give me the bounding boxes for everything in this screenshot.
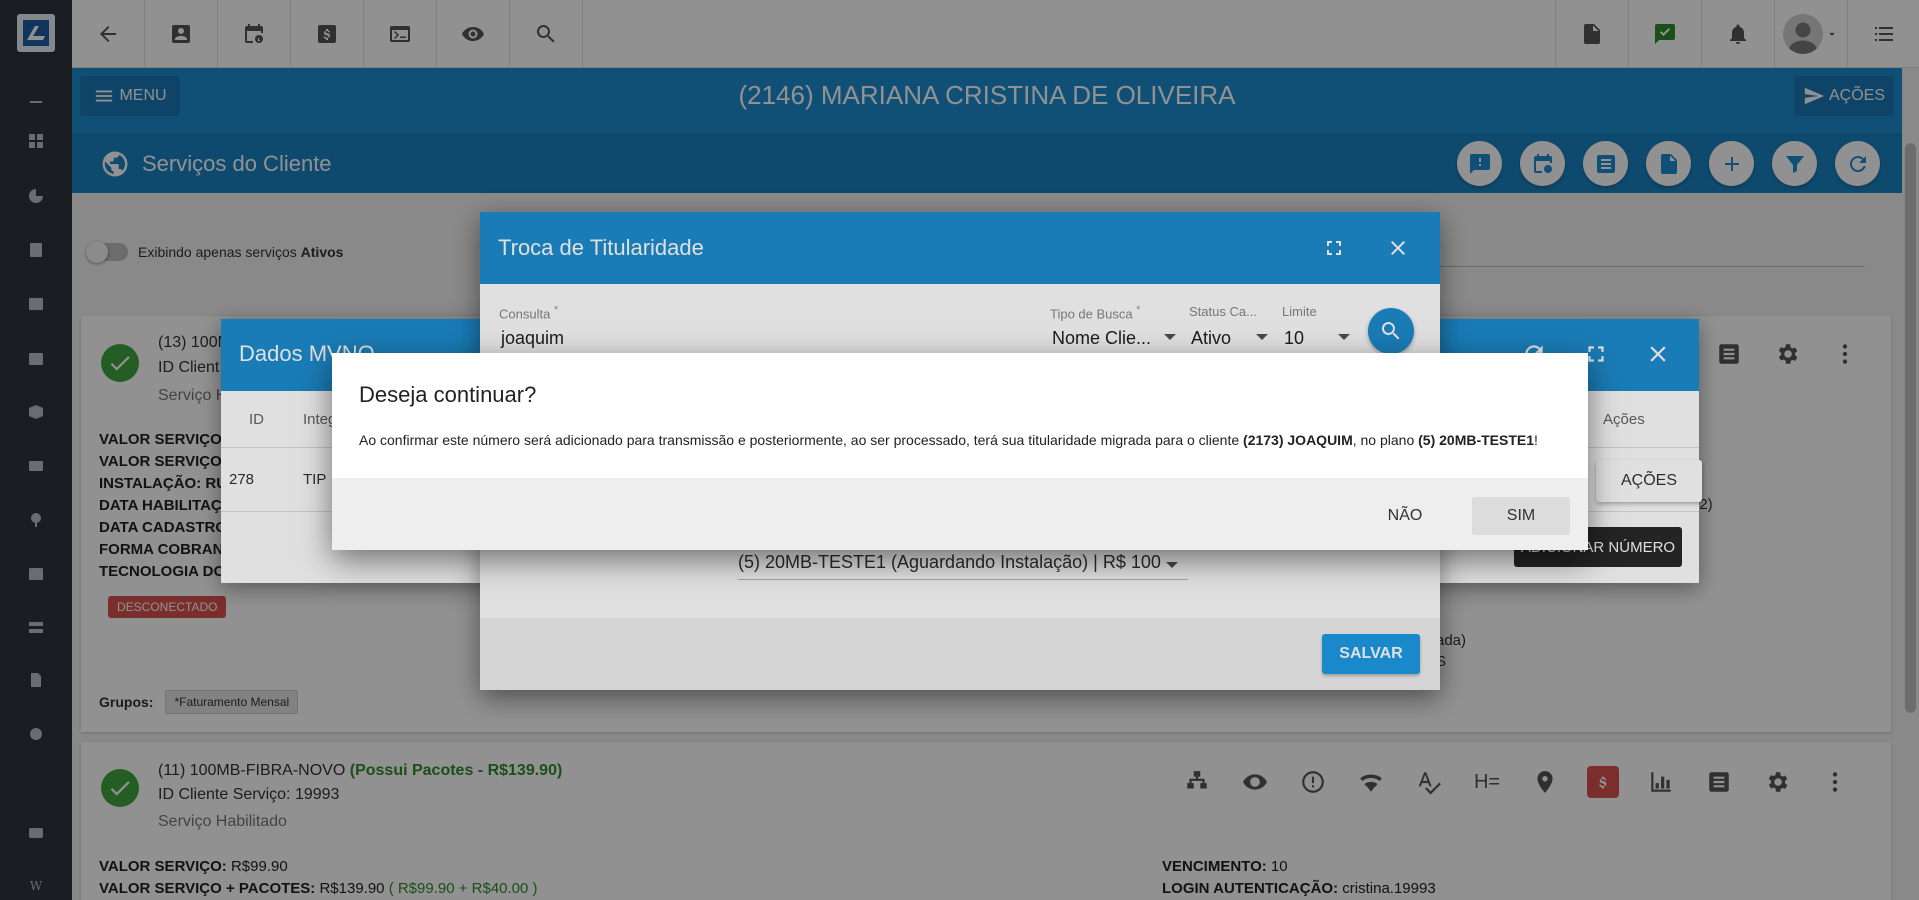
confirm-title: Deseja continuar? (359, 382, 537, 407)
confirm-footer: NÃO SIM (332, 478, 1588, 550)
no-button[interactable]: NÃO (1350, 497, 1460, 535)
yes-button[interactable]: SIM (1472, 497, 1570, 535)
confirm-dialog: Deseja continuar? Ao confirmar este núme… (332, 353, 1588, 550)
confirm-message: Ao confirmar este número será adicionado… (359, 432, 1538, 448)
